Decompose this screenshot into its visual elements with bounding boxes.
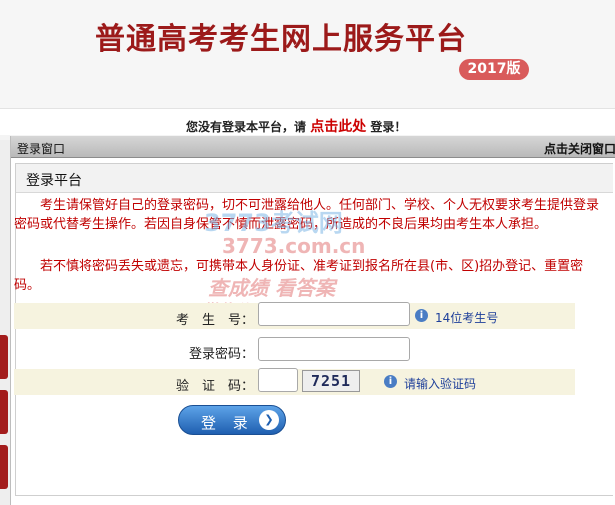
captcha-input[interactable] (258, 368, 298, 392)
login-notice: 您没有登录本平台，请 点击此处 登录！ (186, 116, 406, 136)
captcha-row: 验 证 码： 7251 i 请输入验证码 (14, 368, 575, 395)
password-row: 登录密码： (14, 337, 575, 363)
panel-header: 登录平台 (16, 164, 613, 193)
captcha-hint: 请输入验证码 (404, 377, 477, 391)
notice-suffix: 登录！ (370, 120, 407, 134)
login-button-label: 登 录 (201, 414, 254, 432)
student-id-hint: 14位考生号 (435, 311, 499, 325)
notice-prefix: 您没有登录本平台，请 (186, 120, 307, 134)
side-tab (0, 390, 8, 434)
dialog-title: 登录窗口 (17, 142, 66, 156)
panel-title: 登录平台 (26, 173, 82, 189)
header: 普通高考考生网上服务平台 2017版 (0, 0, 615, 109)
captcha-image[interactable]: 7251 (302, 370, 360, 392)
site-title: 普通高考考生网上服务平台 (95, 22, 467, 57)
password-input[interactable] (258, 337, 410, 361)
info-icon: i (415, 309, 428, 322)
chevron-right-icon: ❯ (259, 410, 279, 430)
side-tab (0, 335, 8, 379)
info-icon: i (384, 375, 397, 388)
login-link[interactable]: 点击此处 (310, 119, 366, 135)
student-id-row: 考 生 号： i 14位考生号 (14, 302, 575, 329)
reset-notice-text: 若不慎将密码丢失或遗忘，可携带本人身份证、准考证到报名所在县(市、区)招办登记、… (14, 259, 584, 293)
dialog-titlebar: 登录窗口 点击关闭窗口 (11, 136, 615, 158)
close-dialog-link[interactable]: 点击关闭窗口 (544, 140, 615, 157)
captcha-label: 验 证 码： (175, 379, 254, 394)
side-tab (0, 445, 8, 489)
version-badge: 2017版 (459, 59, 529, 80)
student-id-label: 考 生 号： (175, 313, 254, 328)
warning-text: 考生请保管好自己的登录密码，切不可泄露给他人。任何部门、学校、个人无权要求考生提… (14, 198, 600, 232)
student-id-input[interactable] (258, 302, 410, 326)
login-button[interactable]: 登 录 ❯ (178, 405, 286, 435)
password-label: 登录密码： (188, 347, 254, 362)
background-side-panel (0, 140, 10, 505)
